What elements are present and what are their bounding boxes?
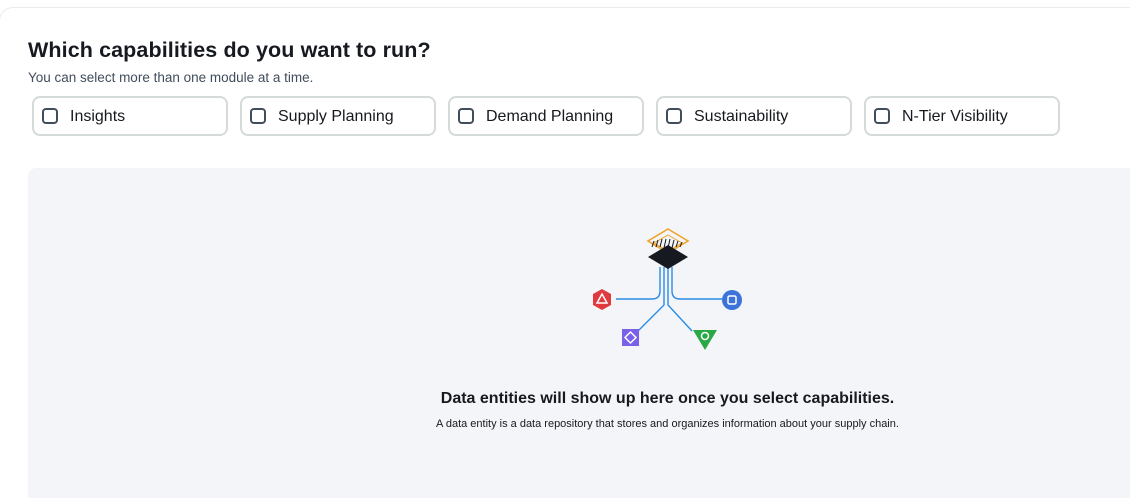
capability-option-supply-planning[interactable]: Supply Planning bbox=[240, 96, 436, 136]
checkbox[interactable] bbox=[874, 108, 890, 124]
checkbox[interactable] bbox=[250, 108, 266, 124]
capability-option-sustainability[interactable]: Sustainability bbox=[656, 96, 852, 136]
stack-icon bbox=[646, 228, 690, 269]
square-circle-icon bbox=[722, 290, 742, 310]
capability-label: Supply Planning bbox=[278, 108, 394, 125]
checkbox[interactable] bbox=[666, 108, 682, 124]
page-subtitle: You can select more than one module at a… bbox=[28, 70, 314, 85]
data-entities-panel bbox=[28, 168, 1130, 498]
capability-label: Demand Planning bbox=[486, 108, 614, 125]
checkbox[interactable] bbox=[42, 108, 58, 124]
data-entities-illustration bbox=[593, 228, 742, 350]
empty-state-description: A data entity is a data repository that … bbox=[436, 418, 899, 430]
warning-hexagon-icon bbox=[593, 289, 611, 310]
diamond-square-icon bbox=[622, 329, 639, 346]
triangle-down-icon bbox=[693, 330, 717, 350]
capability-label: Insights bbox=[70, 108, 126, 125]
connector-lines bbox=[616, 267, 722, 332]
capability-option-n-tier-visibility[interactable]: N-Tier Visibility bbox=[864, 96, 1060, 136]
capability-option-demand-planning[interactable]: Demand Planning bbox=[448, 96, 644, 136]
empty-state-title: Data entities will show up here once you… bbox=[440, 390, 895, 407]
top-strip bbox=[0, 0, 1130, 7]
capability-label: Sustainability bbox=[694, 108, 789, 125]
checkbox[interactable] bbox=[458, 108, 474, 124]
capability-label: N-Tier Visibility bbox=[902, 108, 1008, 125]
page-title: Which capabilities do you want to run? bbox=[28, 38, 431, 62]
capability-option-insights[interactable]: Insights bbox=[32, 96, 228, 136]
